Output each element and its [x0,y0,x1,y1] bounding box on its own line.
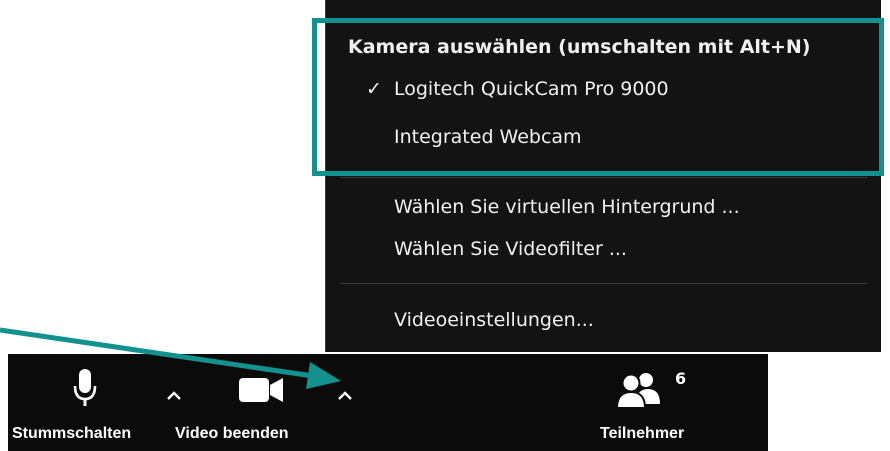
video-camera-icon[interactable] [239,376,285,408]
camera-option-integrated-webcam[interactable]: Integrated Webcam [326,126,881,154]
choose-virtual-background-label: Wählen Sie virtuellen Hintergrund ... [394,196,740,218]
video-settings-label: Videoeinstellungen... [394,309,594,331]
video-options-menu: Kamera auswählen (umschalten mit Alt+N) … [325,0,881,352]
menu-divider [340,283,867,284]
video-settings-item[interactable]: Videoeinstellungen... [326,309,881,337]
select-camera-heading: Kamera auswählen (umschalten mit Alt+N) [348,36,811,58]
choose-video-filter-item[interactable]: Wählen Sie Videofilter ... [326,238,881,266]
participants-count-badge: 6 [675,369,687,388]
meeting-toolbar: Stummschalten Video beenden 6 Teilnehmer [8,354,768,451]
participants-button-label[interactable]: Teilnehmer [600,425,684,443]
stop-video-button-label[interactable]: Video beenden [175,425,289,443]
camera-option-label: Integrated Webcam [394,126,582,148]
choose-virtual-background-item[interactable]: Wählen Sie virtuellen Hintergrund ... [326,196,881,224]
participants-icon[interactable] [615,370,664,414]
menu-divider [340,177,867,178]
video-options-chevron-up-icon[interactable] [337,381,353,405]
audio-options-chevron-up-icon[interactable] [166,381,182,405]
choose-video-filter-label: Wählen Sie Videofilter ... [394,238,627,260]
mute-button-label[interactable]: Stummschalten [12,425,131,443]
camera-option-label: Logitech QuickCam Pro 9000 [394,78,669,100]
checkmark-icon: ✓ [366,78,382,100]
microphone-icon[interactable] [72,368,98,414]
camera-option-logitech[interactable]: ✓ Logitech QuickCam Pro 9000 [326,78,881,106]
